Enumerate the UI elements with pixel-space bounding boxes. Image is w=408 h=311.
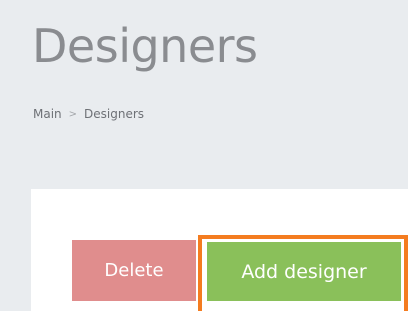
delete-button[interactable]: Delete <box>72 240 196 301</box>
page-title: Designers <box>32 19 258 73</box>
breadcrumb: Main > Designers <box>33 107 144 121</box>
add-designer-button[interactable]: Add designer <box>207 242 401 301</box>
page: Designers Main > Designers Delete Add de… <box>0 0 408 311</box>
chevron-right-icon: > <box>68 108 78 120</box>
breadcrumb-item-main[interactable]: Main <box>33 107 62 121</box>
breadcrumb-item-current: Designers <box>84 107 145 121</box>
